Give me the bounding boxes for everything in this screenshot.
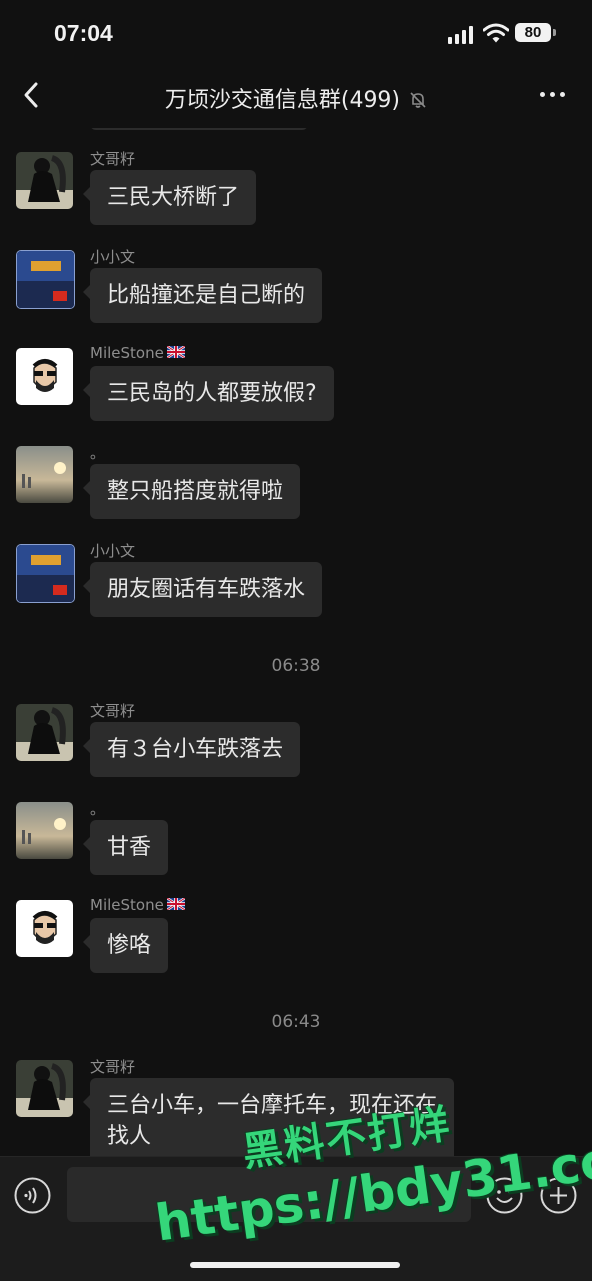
sender-name: MileStone	[90, 344, 185, 362]
chat-title: 万顷沙交通信息群(499)	[164, 88, 401, 113]
avatar[interactable]	[16, 544, 75, 603]
avatar[interactable]	[16, 152, 73, 209]
message-bubble[interactable]: 三民大桥断了	[82, 170, 257, 225]
sender-name: 文哥籽	[90, 1058, 136, 1076]
sender-name: 小小文	[90, 248, 136, 266]
sender-name: 文哥籽	[90, 702, 136, 720]
sender-name: MileStone	[90, 896, 185, 914]
message-bubble[interactable]: 比船撞还是自己断的	[82, 268, 323, 323]
timestamp-divider: 06:43	[271, 1012, 321, 1032]
voice-icon[interactable]	[14, 1177, 51, 1214]
message-bubble[interactable]: 甘香	[82, 820, 169, 875]
wifi-icon	[483, 23, 509, 43]
sender-name: 文哥籽	[90, 150, 136, 168]
sender-name-text: MileStone	[90, 896, 164, 914]
plus-icon[interactable]	[540, 1177, 577, 1214]
message-bubble[interactable]: 整只船搭度就得啦	[82, 464, 301, 519]
sender-name-text: MileStone	[90, 344, 164, 362]
message-input[interactable]	[67, 1167, 471, 1222]
avatar[interactable]	[16, 1060, 73, 1117]
avatar[interactable]	[16, 250, 75, 309]
uk-flag-icon	[166, 898, 185, 910]
sender-name: 。	[90, 800, 106, 818]
message-bubble[interactable]: 三台小车，一台摩托车，现在还在 找人	[82, 1078, 455, 1156]
battery-indicator: 80	[515, 23, 556, 42]
status-time: 07:04	[54, 20, 113, 46]
emoji-icon[interactable]	[486, 1177, 523, 1214]
avatar[interactable]	[16, 802, 73, 859]
avatar[interactable]	[16, 900, 73, 957]
message-bubble[interactable]: 惨咯	[82, 918, 169, 973]
message-list[interactable]: 文哥籽 三民大桥断了 小小文 比船撞还是自己断的 MileStone 三民岛的人…	[0, 128, 592, 1156]
message-bubble[interactable]: 三民岛的人都要放假?	[83, 366, 334, 421]
timestamp-divider: 06:38	[271, 656, 321, 676]
message-bubble[interactable]: 朋友圈话有车跌落水	[82, 562, 323, 617]
bell-off-icon	[410, 92, 426, 108]
chat-header: 万顷沙交通信息群(499)	[0, 64, 592, 128]
avatar[interactable]	[16, 348, 73, 405]
cellular-signal-icon	[448, 26, 474, 44]
home-indicator	[190, 1262, 400, 1268]
message-bubble[interactable]: 有３台小车跌落去	[82, 722, 301, 777]
sender-name: 小小文	[90, 542, 136, 560]
uk-flag-icon	[166, 346, 185, 358]
chat-title-area: 万顷沙交通信息群(499)	[0, 82, 592, 114]
previous-message-bubble	[90, 128, 308, 130]
more-icon[interactable]	[538, 92, 568, 100]
avatar[interactable]	[16, 446, 73, 503]
sender-name: 。	[90, 444, 106, 462]
avatar[interactable]	[16, 704, 73, 761]
status-bar: 07:04 80	[0, 0, 592, 64]
